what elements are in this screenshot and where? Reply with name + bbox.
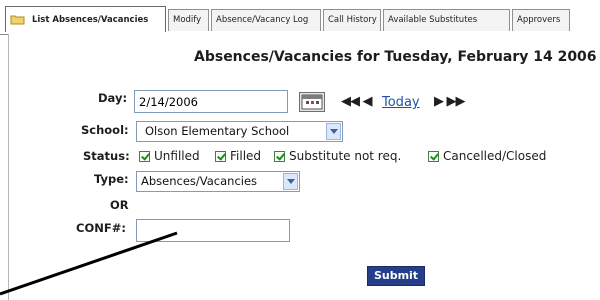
tab-label: Approvers (517, 15, 561, 25)
school-select-value: Olson Elementary School (145, 124, 290, 138)
tab-approvers[interactable]: Approvers (512, 9, 570, 31)
chevron-down-icon (283, 173, 298, 190)
conf-input[interactable] (136, 219, 290, 242)
today-link[interactable]: Today (382, 95, 420, 110)
content-panel (8, 34, 600, 300)
status-substitute-not-required-checkbox[interactable] (274, 151, 285, 162)
tab-label: Modify (173, 15, 202, 25)
tab-call-history[interactable]: Call History (323, 9, 381, 31)
status-unfilled-checkbox[interactable] (139, 151, 150, 162)
conf-label: CONF#: (76, 221, 126, 235)
day-input[interactable] (134, 90, 288, 113)
status-filled-label: Filled (230, 149, 262, 163)
status-substitute-not-required-label: Substitute not req. (289, 149, 402, 163)
tab-bar: List Absences/Vacancies Modify Absence/V… (0, 0, 600, 35)
chevron-down-icon (326, 123, 341, 140)
submit-button[interactable]: Submit (367, 266, 425, 286)
tab-absence-vacancy-log[interactable]: Absence/Vacancy Log (211, 9, 321, 31)
type-label: Type: (94, 172, 129, 186)
status-cancelled-closed-checkbox[interactable] (428, 151, 439, 162)
tab-label: List Absences/Vacancies (31, 15, 149, 25)
status-unfilled-label: Unfilled (154, 149, 200, 163)
status-cancelled-closed-label: Cancelled/Closed (443, 149, 547, 163)
tab-list-absences-vacancies[interactable]: List Absences/Vacancies (5, 6, 166, 32)
tab-label: Available Substitutes (388, 15, 478, 25)
tab-label: Absence/Vacancy Log (216, 15, 309, 25)
school-label: School: (81, 123, 129, 137)
page-title: Absences/Vacancies for Tuesday, February… (194, 49, 597, 65)
day-label: Day: (98, 91, 128, 105)
calendar-icon (301, 94, 323, 110)
status-filled-checkbox[interactable] (215, 151, 226, 162)
tab-available-substitutes[interactable]: Available Substitutes (383, 9, 510, 31)
type-select-value: Absences/Vacancies (141, 174, 258, 188)
or-text: OR (110, 198, 129, 212)
school-select[interactable]: Olson Elementary School (136, 121, 343, 142)
tab-modify[interactable]: Modify (168, 9, 209, 31)
type-select[interactable]: Absences/Vacancies (136, 171, 300, 192)
status-label: Status: (83, 149, 130, 163)
tab-label: Call History (328, 15, 377, 25)
next-nav[interactable]: ▶ ▶▶ (434, 94, 466, 109)
previous-nav[interactable]: ◀◀ ◀ (341, 94, 373, 109)
folder-icon (10, 15, 25, 25)
calendar-button[interactable] (299, 92, 325, 112)
